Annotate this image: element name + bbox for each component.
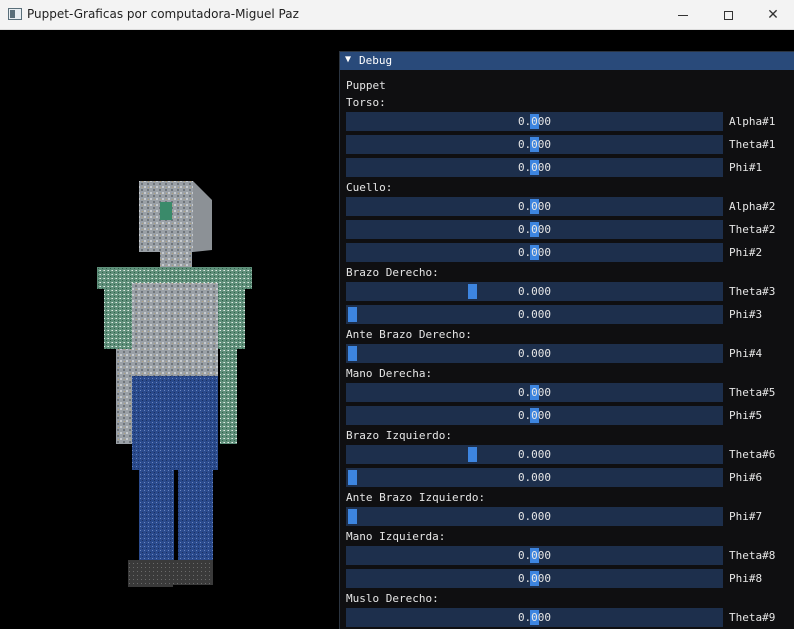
slider[interactable]: 0.000 [346,158,723,177]
slider-value: 0.000 [517,138,552,151]
slider-value: 0.000 [517,510,552,523]
slider-label: Theta#5 [729,386,776,399]
slider[interactable]: 0.000 [346,135,723,154]
section-label: Mano Derecha: [346,367,433,380]
slider-value: 0.000 [517,285,552,298]
slider-value: 0.000 [517,246,552,259]
slider-value: 0.000 [517,161,552,174]
slider-label: Theta#9 [729,611,776,624]
slider-value: 0.000 [517,347,552,360]
slider-label: Alpha#2 [729,200,776,213]
slider-label: Phi#7 [729,510,763,523]
slider-label: Theta#3 [729,285,776,298]
slider[interactable]: 0.000 [346,569,723,588]
slider-label: Phi#3 [729,308,763,321]
section-label: Cuello: [346,181,393,194]
puppet-model [97,181,252,587]
app-icon [8,8,22,20]
section-label: Brazo Derecho: [346,266,439,279]
maximize-button[interactable] [705,0,751,30]
slider-label: Phi#1 [729,161,763,174]
slider-label: Theta#6 [729,448,776,461]
slider-value: 0.000 [517,115,552,128]
slider-label: Theta#2 [729,223,776,236]
slider-label: Phi#6 [729,471,763,484]
close-button[interactable]: ✕ [750,0,794,30]
debug-header[interactable]: ▼ Debug [340,52,794,70]
slider-label: Phi#4 [729,347,763,360]
slider-value: 0.000 [517,308,552,321]
collapse-arrow-icon[interactable]: ▼ [345,54,351,65]
slider[interactable]: 0.000 [346,282,723,301]
minimize-button[interactable] [660,0,706,30]
maximize-icon [723,10,733,20]
slider[interactable]: 0.000 [346,243,723,262]
slider-label: Phi#8 [729,572,763,585]
section-label: Mano Izquierda: [346,530,446,543]
section-label: Brazo Izquierdo: [346,429,452,442]
slider[interactable]: 0.000 [346,468,723,487]
slider[interactable]: 0.000 [346,220,723,239]
section-label: Ante Brazo Derecho: [346,328,472,341]
slider-label: Alpha#1 [729,115,776,128]
slider-label: Phi#5 [729,409,763,422]
section-label: Torso: [346,96,386,109]
slider[interactable]: 0.000 [346,383,723,402]
slider-value: 0.000 [517,223,552,236]
section-label: Muslo Derecho: [346,592,439,605]
debug-panel[interactable]: ▼ Debug Puppet Torso: 0.000 Alpha#1 0.000 Th… [339,51,794,629]
debug-title: Debug [359,54,393,67]
slider-value: 0.000 [517,200,552,213]
title-bar[interactable]: Puppet-Graficas por computadora-Miguel P… [0,0,794,30]
slider-label: Theta#1 [729,138,776,151]
slider-value: 0.000 [517,611,552,624]
slider[interactable]: 0.000 [346,507,723,526]
slider[interactable]: 0.000 [346,546,723,565]
slider[interactable]: 0.000 [346,445,723,464]
slider[interactable]: 0.000 [346,112,723,131]
slider-label: Phi#2 [729,246,763,259]
slider[interactable]: 0.000 [346,197,723,216]
slider-value: 0.000 [517,471,552,484]
slider[interactable]: 0.000 [346,608,723,627]
window-title: Puppet-Graficas por computadora-Miguel P… [27,7,299,21]
slider[interactable]: 0.000 [346,305,723,324]
slider-value: 0.000 [517,549,552,562]
slider-value: 0.000 [517,572,552,585]
slider[interactable]: 0.000 [346,406,723,425]
slider-value: 0.000 [517,409,552,422]
slider[interactable]: 0.000 [346,344,723,363]
slider-value: 0.000 [517,448,552,461]
close-icon: ✕ [767,7,779,23]
minimize-icon [678,14,688,16]
puppet-heading: Puppet [346,79,386,92]
slider-label: Theta#8 [729,549,776,562]
section-label: Ante Brazo Izquierdo: [346,491,486,504]
slider-value: 0.000 [517,386,552,399]
